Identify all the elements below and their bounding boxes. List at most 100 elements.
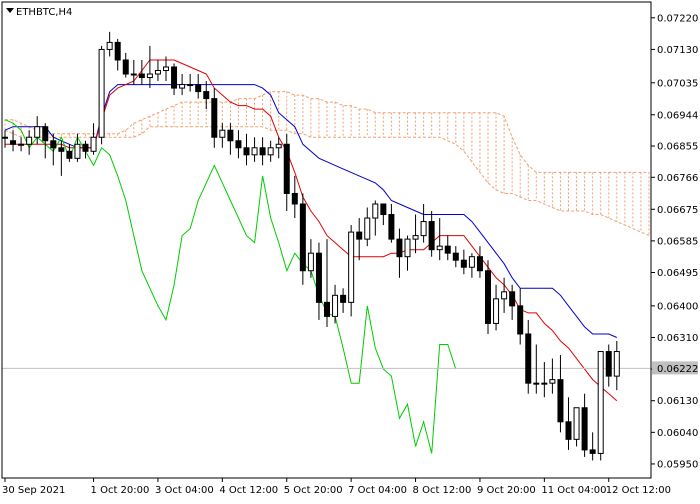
candle-bear — [517, 305, 524, 335]
chikou-span-line — [4, 119, 457, 454]
candle-bear — [460, 259, 467, 268]
x-tick-label: 30 Sep 2021 — [2, 485, 65, 496]
candle-bear — [476, 256, 483, 272]
candle-bull — [372, 203, 379, 219]
chart: 0.07220 0.07130 0.07035 0.06944 0.06855 0.067… — [0, 0, 700, 500]
candle-bear — [122, 59, 129, 75]
candle-bear — [340, 294, 347, 303]
x-tick-label: 5 Oct 20:00 — [284, 485, 343, 496]
symbol-label: ETHBTC,H4 — [16, 7, 72, 18]
candle-bear — [396, 238, 403, 258]
candle-bull — [348, 231, 355, 303]
candle-bear — [259, 147, 266, 156]
candle-bear — [557, 379, 564, 423]
y-tick-label: 0.07035 — [657, 78, 698, 89]
candle-bear — [211, 98, 218, 138]
candle-bear — [581, 407, 588, 451]
x-tick-label: 1 Oct 20:00 — [91, 485, 150, 496]
candle-bull — [146, 73, 153, 79]
candle-bear — [315, 252, 322, 303]
current-price-label: 0.06222 — [657, 364, 698, 375]
candle-bull — [597, 351, 604, 454]
candle-bull — [364, 217, 371, 240]
chart-svg: 0.07220 0.07130 0.07035 0.06944 0.06855 0.067… — [1, 1, 698, 496]
x-tick-label: 7 Oct 04:00 — [348, 485, 407, 496]
y-tick-label: 0.06495 — [657, 268, 698, 279]
candle-bull — [130, 73, 137, 76]
candle-bear — [50, 140, 57, 149]
x-tick-label: 4 Oct 12:00 — [219, 485, 278, 496]
candle-bear — [66, 150, 73, 159]
candle-bear — [525, 333, 532, 384]
candle-bull — [404, 238, 411, 258]
y-tick-label: 0.06130 — [657, 396, 698, 407]
candle-bear — [444, 245, 451, 254]
candle-bull — [26, 136, 33, 145]
candle-bear — [235, 140, 242, 149]
candle-bear — [203, 91, 210, 100]
candle-bull — [501, 291, 508, 300]
candle-bull — [549, 379, 556, 384]
candle-bull — [412, 235, 419, 240]
candle-bull — [251, 147, 258, 156]
candle-bear — [138, 73, 145, 79]
candle-bear — [227, 129, 234, 142]
candle-bull — [533, 382, 540, 385]
candle-bear — [58, 147, 65, 152]
x-tick-label: 9 Oct 20:00 — [477, 485, 536, 496]
candle-bull — [34, 126, 41, 138]
y-tick-label: 0.05950 — [657, 459, 698, 470]
candle-bear — [356, 231, 363, 240]
candle-bull — [74, 143, 81, 159]
candle-bear — [114, 41, 121, 61]
candle-bull — [267, 147, 274, 156]
candle-bear — [82, 143, 89, 152]
candle-bull — [613, 351, 620, 377]
candle-bear — [452, 252, 459, 261]
candle-bull — [436, 245, 443, 251]
candle-bear — [388, 214, 395, 240]
candle-bull — [179, 84, 186, 89]
candle-bull — [420, 221, 427, 237]
candle-bear — [291, 192, 298, 205]
y-tick-label: 0.06944 — [657, 110, 698, 121]
y-tick-label: 0.06585 — [657, 236, 698, 247]
candle-bull — [187, 84, 194, 87]
dropdown-triangle-icon[interactable] — [6, 8, 14, 13]
candle-bull — [90, 136, 97, 152]
x-tick-label: 12 Oct 12:00 — [606, 485, 671, 496]
candle-bull — [573, 407, 580, 440]
y-tick-label: 0.06310 — [657, 333, 698, 344]
candle-bull — [307, 252, 314, 272]
candle-bear — [42, 126, 49, 142]
candle-bear — [485, 270, 491, 324]
candle-bear — [428, 221, 435, 251]
candle-bull — [98, 48, 105, 138]
x-tick-label: 3 Oct 04:00 — [155, 485, 214, 496]
candle-bear — [589, 449, 596, 454]
candle-bear — [195, 84, 202, 93]
candle-bull — [163, 66, 169, 72]
candle-bear — [565, 421, 572, 440]
chart-header: ETHBTC,H4 — [6, 7, 72, 18]
candle-bull — [275, 143, 282, 149]
candle-bear — [299, 203, 306, 272]
candle-bull — [468, 256, 475, 268]
candle-bear — [324, 301, 330, 317]
y-tick-label: 0.06400 — [657, 301, 698, 312]
y-tick-label: 0.07220 — [657, 13, 698, 24]
candle-bull — [106, 41, 113, 50]
y-tick-label: 0.06855 — [657, 142, 698, 153]
candle-bull — [332, 294, 339, 317]
x-tick-label: 8 Oct 12:00 — [413, 485, 472, 496]
candles — [2, 31, 620, 461]
candle-bear — [605, 351, 612, 377]
candle-bull — [154, 70, 161, 75]
candle-bear — [10, 140, 17, 145]
candle-bear — [243, 147, 250, 156]
candle-bull — [2, 136, 8, 139]
y-tick-label: 0.07130 — [657, 45, 698, 56]
candle-bear — [509, 291, 516, 307]
candle-bull — [219, 129, 226, 138]
y-tick-label: 0.06766 — [657, 173, 698, 184]
